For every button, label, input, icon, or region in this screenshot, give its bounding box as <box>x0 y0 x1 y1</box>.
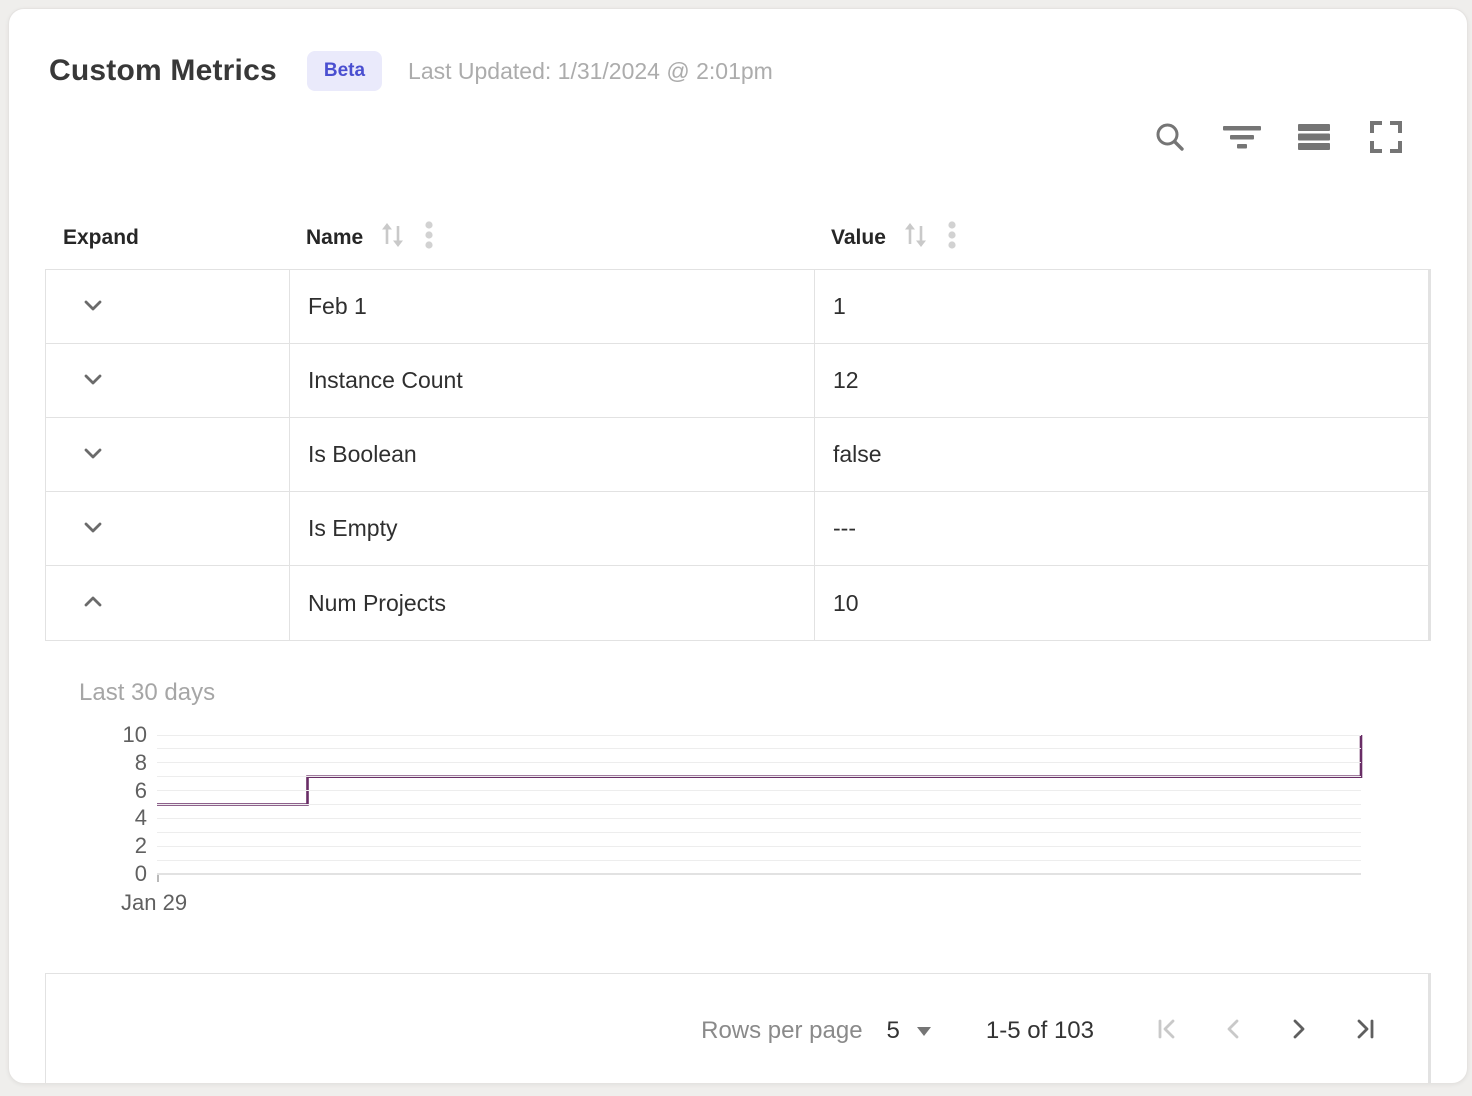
metric-value-cell: 1 <box>814 270 1428 343</box>
gridline <box>157 762 1361 763</box>
y-tick-label: 6 <box>135 778 147 804</box>
chevron-down-icon <box>80 440 106 469</box>
density-icon <box>1297 120 1331 157</box>
expand-row-button[interactable] <box>76 512 110 546</box>
fullscreen-button[interactable] <box>1367 119 1405 157</box>
metric-value-cell: 10 <box>814 566 1428 640</box>
fullscreen-icon <box>1369 120 1403 157</box>
pager-controls <box>1134 1011 1398 1051</box>
table-row: Is Boolean false <box>46 418 1428 492</box>
y-tick-label: 10 <box>123 722 147 748</box>
gridline <box>157 804 1361 805</box>
sort-icon[interactable] <box>377 220 407 256</box>
gridline <box>157 860 1361 861</box>
metric-name-cell: Feb 1 <box>289 270 814 343</box>
column-menu-icon[interactable] <box>946 219 958 257</box>
grid-toolbar <box>45 119 1431 157</box>
expand-row-button[interactable] <box>76 438 110 472</box>
table-footer: Rows per page 5 1-5 of 103 <box>45 973 1431 1084</box>
filter-button[interactable] <box>1223 119 1261 157</box>
x-axis-label: Jan 29 <box>121 890 187 916</box>
chart-plot: Jan 29 1086420 <box>157 735 1361 874</box>
y-tick-label: 4 <box>135 805 147 831</box>
gridline <box>157 748 1361 749</box>
chevron-right-icon <box>1286 1016 1312 1045</box>
custom-metrics-card: Custom Metrics Beta Last Updated: 1/31/2… <box>8 8 1468 1084</box>
dropdown-caret-icon <box>916 1025 932 1037</box>
sort-icon[interactable] <box>900 220 930 256</box>
metric-value-cell: --- <box>814 492 1428 565</box>
metric-name-cell: Instance Count <box>289 344 814 417</box>
first-page-button[interactable] <box>1134 1011 1200 1051</box>
column-header-value-label: Value <box>831 226 886 250</box>
column-header-expand: Expand <box>45 226 288 250</box>
chevron-down-icon <box>80 514 106 543</box>
metric-name-cell: Num Projects <box>289 566 814 640</box>
density-button[interactable] <box>1295 119 1333 157</box>
gridline <box>157 818 1361 819</box>
gridline <box>157 873 1361 875</box>
table-body: Feb 1 1 Instance Count 12 <box>45 269 1431 641</box>
last-page-icon <box>1352 1016 1378 1045</box>
page-title: Custom Metrics <box>49 54 277 88</box>
gridline <box>157 846 1361 847</box>
metric-value-cell: false <box>814 418 1428 491</box>
rows-per-page-label: Rows per page <box>701 1017 862 1045</box>
table-row-expanded: Num Projects 10 <box>46 566 1428 640</box>
table-row: Feb 1 1 <box>46 270 1428 344</box>
column-menu-icon[interactable] <box>423 219 435 257</box>
column-header-name-label: Name <box>306 226 363 250</box>
beta-badge: Beta <box>307 51 382 91</box>
filter-icon <box>1222 120 1262 157</box>
gridline <box>157 832 1361 833</box>
chevron-down-icon <box>80 366 106 395</box>
y-tick-label: 2 <box>135 833 147 859</box>
previous-page-button[interactable] <box>1200 1011 1266 1051</box>
search-button[interactable] <box>1151 119 1189 157</box>
gridline <box>157 735 1361 736</box>
y-tick-label: 8 <box>135 750 147 776</box>
chevron-up-icon <box>80 589 106 618</box>
last-updated-text: Last Updated: 1/31/2024 @ 2:01pm <box>408 58 773 85</box>
gridline <box>157 776 1361 777</box>
rows-per-page-select[interactable]: 5 <box>887 1017 932 1045</box>
chevron-left-icon <box>1220 1016 1246 1045</box>
column-header-expand-label: Expand <box>63 226 139 250</box>
search-icon <box>1153 120 1187 157</box>
first-page-icon <box>1154 1016 1180 1045</box>
table-header-row: Expand Name Value <box>45 207 1431 269</box>
expand-row-button[interactable] <box>76 364 110 398</box>
column-header-value[interactable]: Value <box>813 219 1431 257</box>
gridline <box>157 790 1361 791</box>
x-axis-tick <box>157 874 159 882</box>
chevron-down-icon <box>80 292 106 321</box>
table-row: Is Empty --- <box>46 492 1428 566</box>
chart-title: Last 30 days <box>79 679 1431 707</box>
row-detail-panel: Last 30 days Jan 29 1086420 <box>45 641 1431 973</box>
expand-row-button[interactable] <box>76 290 110 324</box>
rows-per-page-value: 5 <box>887 1017 900 1045</box>
metric-name-cell: Is Empty <box>289 492 814 565</box>
metric-value-cell: 12 <box>814 344 1428 417</box>
page-header: Custom Metrics Beta Last Updated: 1/31/2… <box>45 45 1431 97</box>
metric-name-cell: Is Boolean <box>289 418 814 491</box>
column-header-name[interactable]: Name <box>288 219 813 257</box>
collapse-row-button[interactable] <box>76 586 110 620</box>
pagination-range: 1-5 of 103 <box>986 1017 1094 1045</box>
table-row: Instance Count 12 <box>46 344 1428 418</box>
last-page-button[interactable] <box>1332 1011 1398 1051</box>
next-page-button[interactable] <box>1266 1011 1332 1051</box>
y-tick-label: 0 <box>135 861 147 887</box>
